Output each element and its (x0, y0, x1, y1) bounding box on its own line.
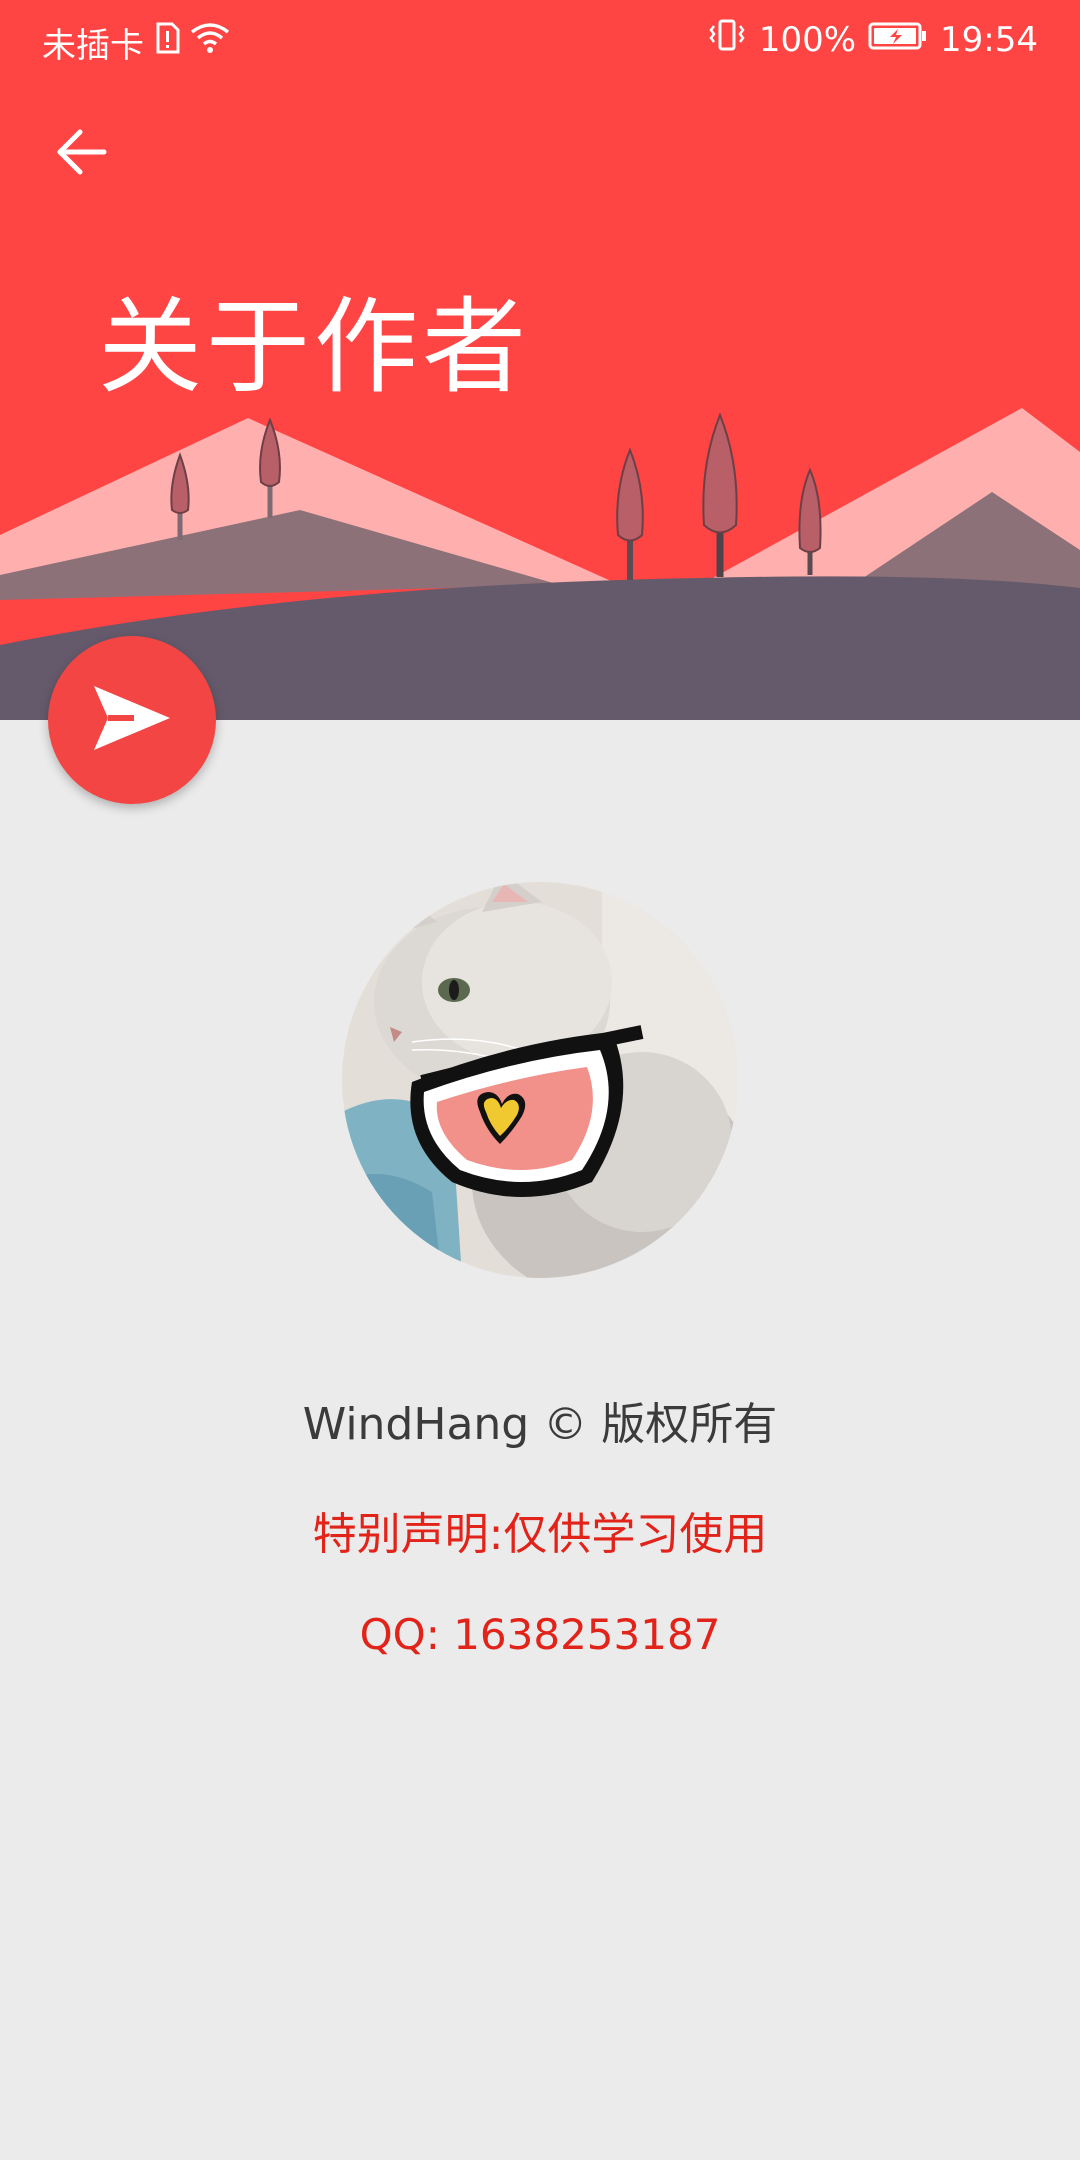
avatar (342, 882, 738, 1278)
send-fab-button[interactable] (48, 636, 216, 804)
status-bar: 未插卡 100% 19:54 (0, 0, 1080, 76)
copyright-text: WindHang © 版权所有 (302, 1399, 778, 1450)
clock-time: 19:54 (940, 19, 1038, 60)
status-right: 100% 19:54 (707, 18, 1038, 61)
sim-alert-icon (154, 22, 180, 63)
page-title: 关于作者 (98, 286, 531, 408)
vibrate-icon (707, 18, 747, 61)
back-button[interactable] (44, 116, 120, 192)
tree (616, 447, 644, 580)
carrier-text: 未插卡 (42, 26, 144, 66)
tree (702, 412, 738, 577)
battery-charging-icon (868, 20, 928, 60)
send-icon (90, 682, 174, 758)
cat-avatar-image (342, 882, 738, 1278)
arrow-left-icon (54, 124, 110, 184)
battery-percent: 100% (758, 19, 857, 60)
notice-text: 特别声明:仅供学习使用 (312, 1509, 768, 1560)
status-left: 未插卡 (42, 18, 230, 67)
wifi-icon (190, 22, 230, 63)
qq-contact-text: QQ: 1638253187 (359, 1610, 721, 1659)
